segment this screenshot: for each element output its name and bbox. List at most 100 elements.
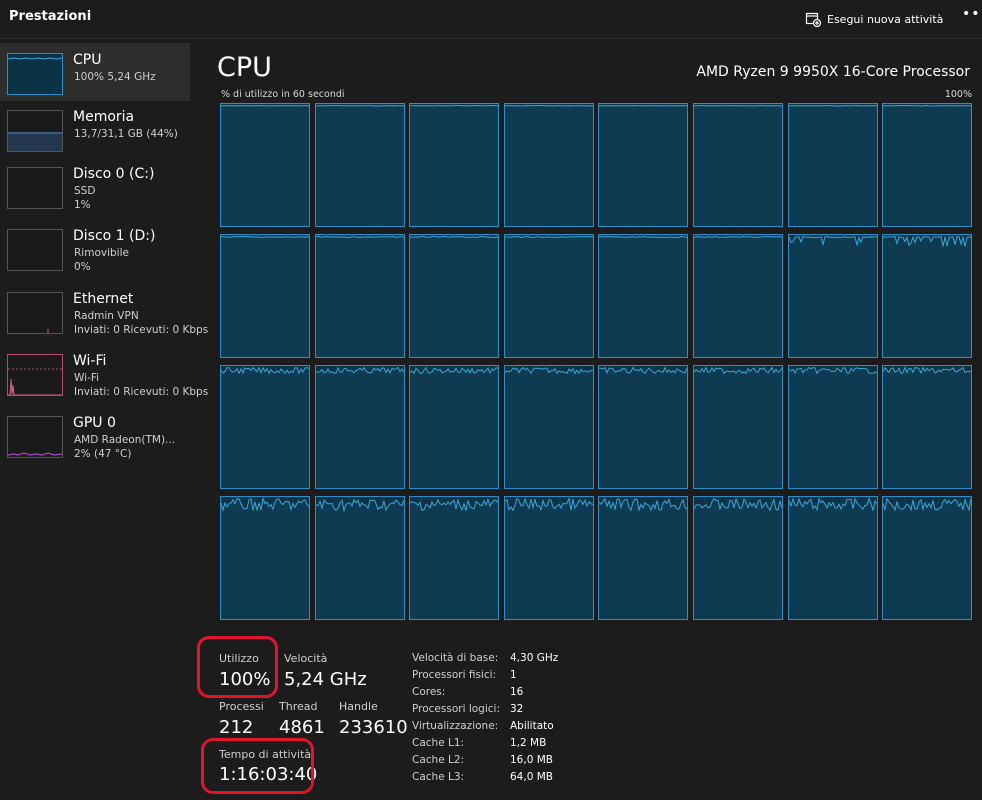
new-task-icon <box>805 12 821 27</box>
sidebar-item-cpu[interactable]: CPU 100% 5,24 GHz <box>0 43 190 101</box>
sidebar-item-detail: Wi-Fi <box>74 372 100 384</box>
sidebar-item-label: Memoria <box>73 109 135 125</box>
logical-processor-graph <box>314 103 405 227</box>
logical-processor-graph <box>598 103 689 227</box>
sidebar-item-usage: Inviati: 0 Ricevuti: 0 Kbps <box>74 386 209 398</box>
sidebar-item-wifi[interactable]: Wi-Fi Wi-Fi Inviati: 0 Ricevuti: 0 Kbps <box>0 344 208 402</box>
threads-value: 4861 <box>279 717 325 738</box>
sidebar-item-label: Disco 1 (D:) <box>73 228 156 244</box>
sidebar-item-ethernet[interactable]: Ethernet Radmin VPN Inviati: 0 Ricevuti:… <box>0 282 208 340</box>
sidebar-item-memory[interactable]: Memoria 13,7/31,1 GB (44%) <box>0 100 190 158</box>
gpu-thumbnail <box>7 416 63 458</box>
graph-max-label: 100% <box>944 89 972 100</box>
run-new-task-label: Esegui nuova attività <box>827 12 944 26</box>
sidebar-item-disk-1[interactable]: Disco 1 (D:) Rimovibile 0% <box>0 219 190 277</box>
sidebar-item-detail: AMD Radeon(TM)... <box>74 434 176 446</box>
wifi-thumbnail <box>7 354 63 396</box>
detail-value: 1 <box>510 669 517 681</box>
ethernet-thumbnail <box>7 292 63 334</box>
detail-value: 16 <box>510 686 524 698</box>
sidebar-item-label: Disco 0 (C:) <box>73 166 155 182</box>
logical-processor-graph <box>787 496 878 620</box>
handles-value: 233610 <box>339 717 408 738</box>
run-new-task-button[interactable]: Esegui nuova attività <box>805 9 943 29</box>
sidebar-item-label: CPU <box>73 52 102 68</box>
logical-processor-graph <box>882 496 973 620</box>
logical-processor-graph <box>693 103 783 227</box>
detail-value: Abilitato <box>510 720 554 732</box>
handles-label: Handle <box>339 700 378 713</box>
logical-processor-graph <box>503 103 594 227</box>
disk-0-thumbnail <box>7 167 63 209</box>
logical-processor-graph <box>787 103 878 227</box>
processes-value: 212 <box>219 717 254 738</box>
detail-label: Processori logici: <box>412 703 500 715</box>
sidebar-item-detail: 100% 5,24 GHz <box>74 71 156 83</box>
processor-name: AMD Ryzen 9 9950X 16-Core Processor <box>696 64 970 80</box>
processes-label: Processi <box>219 700 264 713</box>
logical-processor-graph <box>409 103 500 227</box>
logical-processor-graph <box>503 365 594 489</box>
sidebar-item-usage: 2% (47 °C) <box>74 448 132 460</box>
sidebar-item-detail: SSD <box>74 185 96 197</box>
logical-processor-graph <box>598 365 689 489</box>
logical-processor-graph <box>882 365 973 489</box>
graph-caption: % di utilizzo in 60 secondi <box>221 89 345 100</box>
detail-value: 4,30 GHz <box>510 652 559 664</box>
sidebar-item-detail: Rimovibile <box>74 247 129 259</box>
logical-processor-graph <box>409 365 500 489</box>
detail-label: Cache L3: <box>412 771 465 783</box>
sidebar-item-disk-0[interactable]: Disco 0 (C:) SSD 1% <box>0 157 190 215</box>
logical-processor-graph <box>598 234 689 358</box>
detail-label: Cache L2: <box>412 754 465 766</box>
more-options-icon[interactable]: ••• <box>962 6 982 22</box>
page-title: Prestazioni <box>9 9 92 24</box>
detail-label: Cores: <box>412 686 446 698</box>
detail-label: Cache L1: <box>412 737 465 749</box>
cpu-thumbnail <box>7 53 63 95</box>
detail-label: Virtualizzazione: <box>412 720 499 732</box>
logical-processor-graph <box>693 496 783 620</box>
logical-processor-graph <box>882 234 973 358</box>
detail-value: 32 <box>510 703 524 715</box>
disk-1-thumbnail <box>7 229 63 271</box>
logical-processor-graph <box>409 234 500 358</box>
title-bar: Prestazioni Esegui nuova attività ••• <box>0 0 982 39</box>
detail-label: Velocità di base: <box>412 652 499 664</box>
sidebar-item-usage: 1% <box>74 199 91 211</box>
speed-label: Velocità <box>284 652 328 665</box>
logical-processor-graph <box>314 365 405 489</box>
logical-processor-graph <box>787 234 878 358</box>
cpu-heading: CPU <box>217 52 272 83</box>
sidebar-item-label: GPU 0 <box>73 415 116 431</box>
logical-processor-graph <box>314 234 405 358</box>
logical-processor-graph <box>598 496 689 620</box>
logical-processor-graph <box>882 103 973 227</box>
detail-label: Processori fisici: <box>412 669 497 681</box>
logical-processor-graph <box>693 234 783 358</box>
logical-processor-graph <box>220 496 310 620</box>
sidebar-item-detail: Radmin VPN <box>74 310 139 322</box>
sidebar-item-usage: Inviati: 0 Ricevuti: 0 Kbps <box>74 324 209 336</box>
logical-processor-graph <box>314 496 405 620</box>
detail-value: 1,2 MB <box>510 737 547 749</box>
logical-processor-graph <box>787 365 878 489</box>
sidebar-item-gpu-0[interactable]: GPU 0 AMD Radeon(TM)... 2% (47 °C) <box>0 406 190 464</box>
utilization-highlight <box>197 636 278 698</box>
uptime-highlight <box>201 738 314 794</box>
detail-value: 64,0 MB <box>510 771 553 783</box>
detail-value: 16,0 MB <box>510 754 553 766</box>
sidebar-item-detail: 13,7/31,1 GB (44%) <box>74 128 178 140</box>
logical-processor-graph <box>220 103 310 227</box>
sidebar-item-label: Ethernet <box>73 291 134 307</box>
speed-value: 5,24 GHz <box>284 669 367 690</box>
logical-processor-graph <box>693 365 783 489</box>
sidebar-item-usage: 0% <box>74 261 91 273</box>
memory-thumbnail <box>7 110 63 152</box>
sidebar-item-label: Wi-Fi <box>73 353 107 369</box>
logical-processor-graph <box>503 234 594 358</box>
threads-label: Thread <box>279 700 318 713</box>
logical-processor-graph <box>503 496 594 620</box>
logical-processor-graph <box>409 496 500 620</box>
logical-processor-graph <box>220 365 310 489</box>
